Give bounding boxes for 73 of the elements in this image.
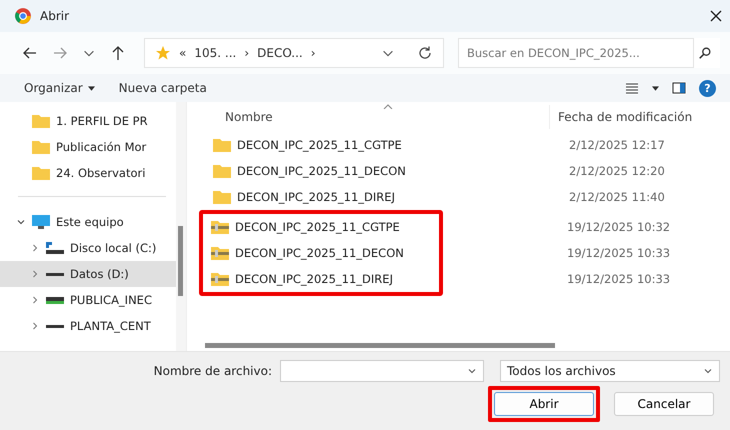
sort-caret-icon [383, 104, 393, 109]
file-type-dropdown[interactable]: Todos los archivos [500, 360, 720, 382]
zip-folder-icon [211, 246, 229, 260]
drive-icon [46, 272, 64, 276]
file-name-field[interactable] [280, 360, 484, 382]
file-name[interactable]: DECON_IPC_2025_11_CGTPE [235, 220, 561, 234]
folder-icon [32, 140, 50, 154]
chevron-down-icon[interactable] [16, 217, 26, 227]
caret-icon [88, 86, 95, 90]
organize-menu-button[interactable]: Organizar [18, 79, 101, 97]
file-name[interactable]: DECON_IPC_2025_11_DIREJ [235, 272, 561, 286]
scrollbar-thumb[interactable] [205, 342, 555, 348]
sidebar-item[interactable]: Este equipo [0, 209, 176, 235]
sidebar-item[interactable]: Publicación Mor [0, 134, 176, 160]
chevron-right-icon[interactable] [30, 269, 40, 279]
open-button[interactable]: Abrir [494, 392, 594, 416]
address-bar[interactable]: « 105. ... › DECO... › [144, 38, 444, 68]
caret-icon[interactable] [652, 86, 659, 90]
file-name-label: Nombre de archivo: [154, 364, 272, 378]
search-field[interactable]: Buscar en DECON_IPC_2025... [458, 38, 694, 68]
up-arrow-icon[interactable] [110, 45, 126, 61]
breadcrumb-segment[interactable]: 105. ... [194, 46, 236, 60]
app-logo-icon [14, 7, 32, 25]
column-header[interactable]: Nombre [197, 110, 549, 124]
chevron-down-icon [703, 366, 713, 376]
folder-icon [213, 190, 231, 204]
preview-pane-icon[interactable] [671, 80, 687, 96]
modified-date: 2/12/2025 11:40 [569, 190, 665, 204]
close-icon[interactable] [710, 10, 722, 22]
sidebar-item[interactable]: 24. Observatori [0, 160, 176, 186]
modified-date: 19/12/2025 10:32 [567, 220, 670, 234]
file-name[interactable]: DECON_IPC_2025_11_DECON [235, 246, 561, 260]
sidebar-item[interactable]: Datos (D:) [0, 261, 176, 287]
modified-date: 2/12/2025 12:17 [569, 138, 665, 152]
new-folder-button[interactable]: Nueva carpeta [112, 79, 213, 97]
scrollbar-thumb[interactable] [178, 226, 183, 296]
chevron-down-icon [467, 366, 477, 376]
folder-icon [213, 164, 231, 178]
sidebar-item[interactable]: PLANTA_CENT [0, 313, 176, 339]
chevron-right-icon[interactable] [30, 243, 40, 253]
zip-folder-icon [211, 272, 229, 286]
search-icon [698, 46, 712, 60]
drive-icon [46, 324, 64, 328]
chevron-right-icon[interactable] [30, 295, 40, 305]
drive-icon [46, 241, 64, 255]
chevron-right-icon[interactable] [30, 321, 40, 331]
window-title: Abrir [40, 9, 70, 23]
modified-date: 19/12/2025 10:33 [567, 246, 670, 260]
file-name[interactable]: DECON_IPC_2025_11_DIREJ [237, 190, 563, 204]
forward-arrow-icon[interactable] [52, 45, 68, 61]
drive-icon [46, 296, 64, 304]
breadcrumb-segment[interactable]: › [310, 46, 316, 60]
breadcrumb-segment[interactable]: › [244, 46, 250, 60]
modified-date: 19/12/2025 10:33 [567, 272, 670, 286]
breadcrumb-segment[interactable]: DECO... [257, 46, 303, 60]
sidebar-item[interactable]: PUBLICA_INEC [0, 287, 176, 313]
folder-icon [213, 138, 231, 152]
zip-folder-icon [211, 220, 229, 234]
sidebar-item[interactable]: Disco local (C:) [0, 235, 176, 261]
help-button[interactable]: ? [699, 80, 716, 96]
file-name[interactable]: DECON_IPC_2025_11_DECON [237, 164, 563, 178]
folder-icon [32, 166, 50, 180]
cancel-button[interactable]: Cancelar [614, 392, 714, 416]
sidebar-item[interactable]: 1. PERFIL DE PR [0, 108, 176, 134]
folder-icon [32, 114, 50, 128]
modified-date: 2/12/2025 12:20 [569, 164, 665, 178]
file-name[interactable]: DECON_IPC_2025_11_CGTPE [237, 138, 563, 152]
star-icon [155, 45, 171, 61]
back-arrow-icon[interactable] [22, 45, 38, 61]
refresh-icon[interactable] [417, 45, 433, 61]
column-header[interactable]: Fecha de modificación [549, 105, 692, 129]
monitor-icon [32, 215, 50, 229]
breadcrumb-segment[interactable]: « [179, 46, 186, 60]
